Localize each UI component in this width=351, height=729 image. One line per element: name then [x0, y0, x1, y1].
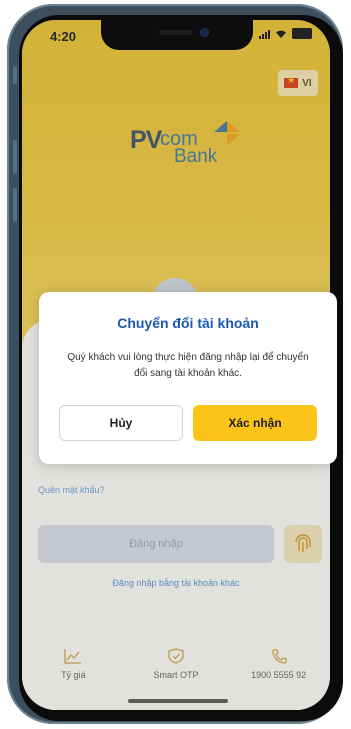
switch-account-dialog: Chuyển đổi tài khoản Quý khách vui lòng …: [39, 292, 337, 464]
mute-switch: [13, 66, 17, 84]
dialog-message: Quý khách vui lòng thực hiện đăng nhập l…: [67, 352, 309, 379]
dialog-title: Chuyển đổi tài khoản: [117, 315, 259, 331]
confirm-button[interactable]: Xác nhận: [193, 405, 317, 441]
volume-down-button: [13, 188, 17, 222]
volume-up-button: [13, 140, 17, 174]
cancel-button[interactable]: Hủy: [59, 405, 183, 441]
